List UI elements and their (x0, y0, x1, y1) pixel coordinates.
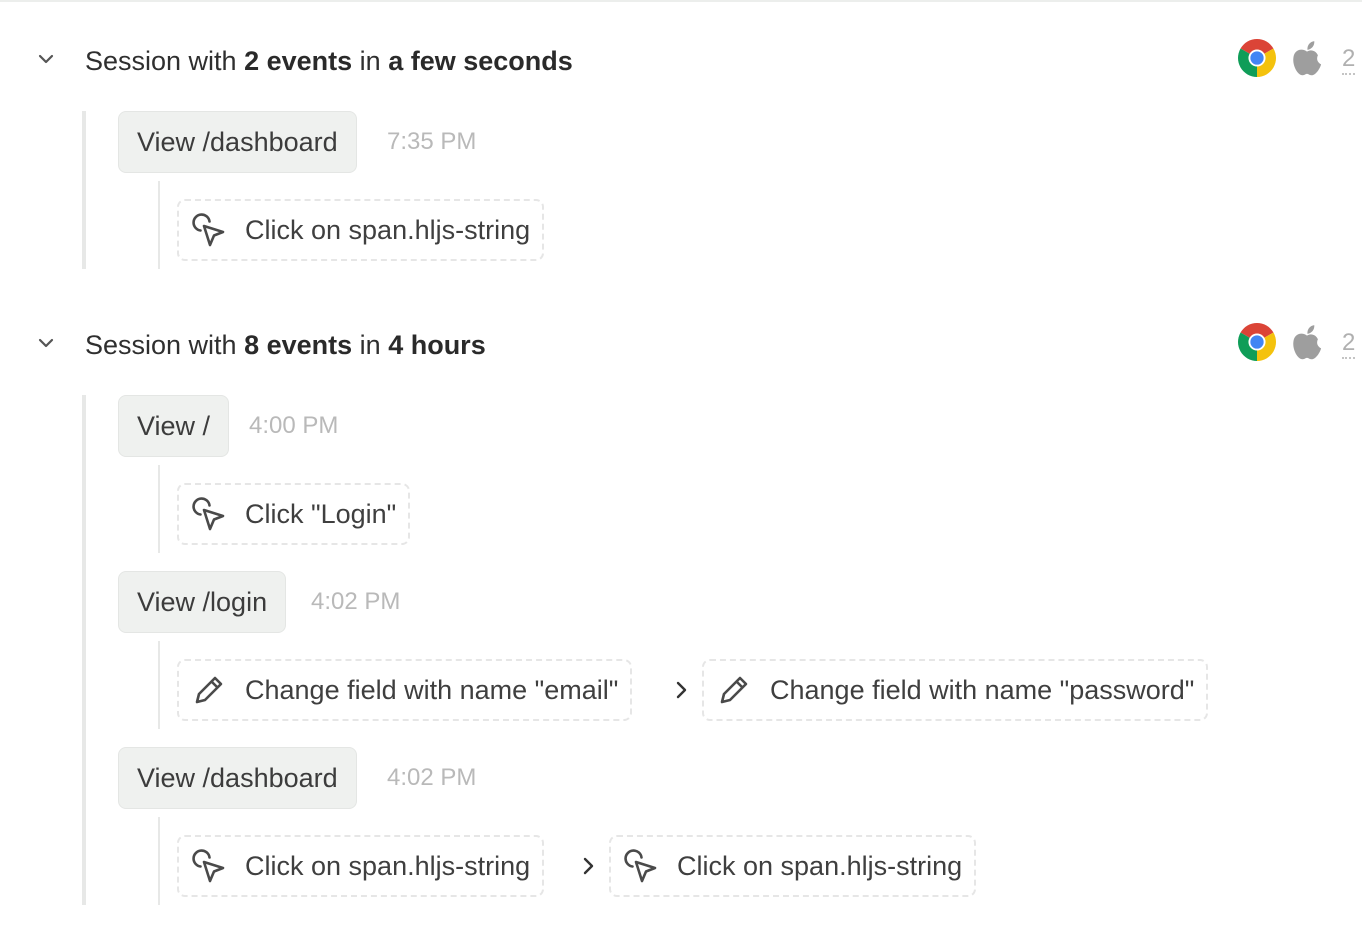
event-label: Change field with name "password" (770, 675, 1195, 705)
click-event-pill[interactable]: Click on span.hljs-string (177, 835, 545, 897)
chevron-right-icon (676, 681, 687, 699)
session-event-count: 2 events (244, 46, 353, 76)
click-event-pill[interactable]: Click on span.hljs-string (177, 199, 545, 261)
apple-icon (1293, 41, 1322, 76)
pageview-rail (158, 641, 160, 729)
session-duration: a few seconds (388, 46, 573, 76)
pageview-rail (158, 817, 160, 905)
cursor-click-icon (192, 849, 225, 883)
session-group: Session with 2 events in a few seconds 2… (0, 39, 1362, 275)
session-title: Session with 8 events in 4 hours (85, 330, 486, 360)
session-rail (82, 111, 86, 269)
pageview-time: 4:02 PM (311, 588, 401, 615)
pencil-icon (720, 676, 748, 704)
session-title: Session with 2 events in a few seconds (85, 46, 573, 76)
pageview-rail (158, 465, 160, 553)
click-event-pill[interactable]: Click "Login" (177, 483, 411, 545)
pageview-pill[interactable]: View / (118, 395, 230, 457)
session-duration: 4 hours (388, 330, 486, 360)
chevron-down-icon[interactable] (34, 331, 58, 355)
cursor-click-icon (192, 497, 225, 531)
pageview-pill[interactable]: View /login (118, 571, 287, 633)
event-label: Click on span.hljs-string (677, 851, 963, 881)
cursor-click-icon (624, 849, 657, 883)
chevron-down-icon[interactable] (34, 47, 58, 71)
chrome-icon (1238, 323, 1276, 361)
cursor-click-icon (192, 213, 225, 247)
pageview-time: 4:02 PM (387, 764, 477, 791)
session-header[interactable]: Session with 8 events in 4 hours 2 (0, 323, 1362, 363)
top-divider (0, 0, 1362, 2)
session-header[interactable]: Session with 2 events in a few seconds 2 (0, 39, 1362, 79)
chrome-icon (1238, 39, 1276, 77)
change-event-pill[interactable]: Change field with name "password" (702, 659, 1209, 721)
event-label: Click on span.hljs-string (245, 215, 531, 245)
session-rail (82, 395, 86, 905)
chevron-right-icon (583, 857, 594, 875)
pencil-icon (195, 676, 223, 704)
change-event-pill[interactable]: Change field with name "email" (177, 659, 633, 721)
click-event-pill[interactable]: Click on span.hljs-string (609, 835, 977, 897)
pageview-rail (158, 181, 160, 269)
session-event-count: 8 events (244, 330, 353, 360)
overflow-count[interactable]: 2 (1342, 329, 1356, 359)
event-label: Click "Login" (245, 499, 397, 529)
pageview-pill[interactable]: View /dashboard (118, 747, 357, 809)
overflow-count[interactable]: 2 (1342, 45, 1356, 75)
session-group: Session with 8 events in 4 hours 2 View … (0, 323, 1362, 913)
apple-icon (1293, 325, 1322, 360)
pageview-pill[interactable]: View /dashboard (118, 111, 357, 173)
pageview-time: 7:35 PM (387, 128, 477, 155)
event-label: Change field with name "email" (245, 675, 619, 705)
event-label: Click on span.hljs-string (245, 851, 531, 881)
pageview-time: 4:00 PM (249, 412, 339, 439)
